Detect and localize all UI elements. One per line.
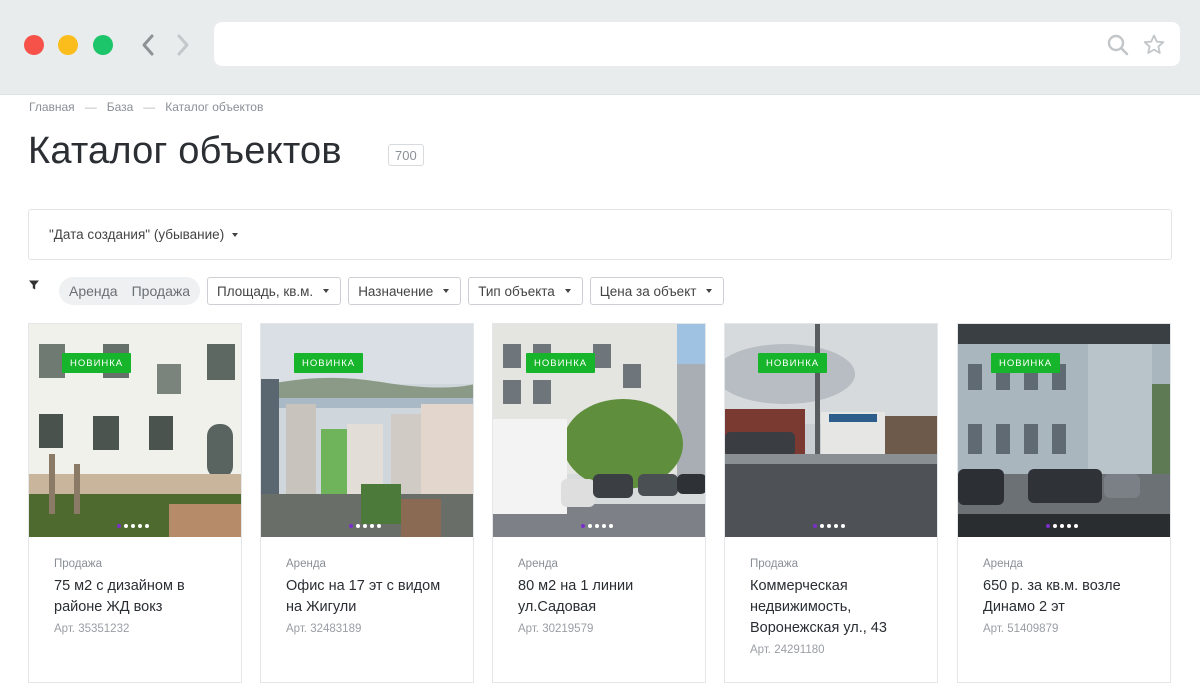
new-badge: НОВИНКА [526, 353, 596, 373]
filter-price-dropdown[interactable]: Цена за объект [589, 277, 725, 305]
caret-down-icon [443, 289, 450, 293]
card-deal-type: Аренда [518, 558, 558, 570]
breadcrumb-separator: — [84, 100, 97, 114]
window-minimize-button[interactable] [58, 35, 78, 55]
photo-pager[interactable] [349, 524, 381, 528]
card-photo[interactable]: НОВИНКА [958, 324, 1170, 537]
photo-pager[interactable] [813, 524, 845, 528]
back-button[interactable] [137, 32, 159, 58]
chevron-right-icon [177, 34, 189, 56]
card-title[interactable]: 650 р. за кв.м. возле Динамо 2 эт [983, 576, 1153, 618]
page-title: Каталог объектов [28, 130, 342, 172]
photo-pager[interactable] [117, 524, 149, 528]
caret-down-icon [564, 289, 571, 293]
deal-type-toggle: Аренда Продажа [59, 277, 201, 305]
card-photo[interactable]: НОВИНКА [493, 324, 705, 537]
filter-purpose-dropdown[interactable]: Назначение [348, 277, 462, 305]
caret-down-icon [232, 232, 239, 237]
breadcrumb-item-home[interactable]: Главная [29, 100, 75, 114]
filter-icon[interactable] [28, 279, 40, 291]
card-deal-type: Аренда [983, 558, 1023, 570]
card-photo[interactable]: НОВИНКА [725, 324, 937, 537]
window-maximize-button[interactable] [93, 35, 113, 55]
filter-type-label: Тип объекта [478, 283, 555, 299]
card-article: Арт. 51409879 [983, 623, 1059, 635]
deal-type-sale[interactable]: Продажа [132, 283, 190, 299]
card-title[interactable]: 80 м2 на 1 линии ул.Садовая [518, 576, 688, 618]
catalog-card[interactable]: НОВИНКА Аренда 650 р. за кв.м. возле Дин… [957, 323, 1171, 683]
search-icon[interactable] [1106, 33, 1130, 57]
filter-price-label: Цена за объект [599, 283, 697, 299]
new-badge: НОВИНКА [991, 353, 1061, 373]
filter-area-label: Площадь, кв.м. [217, 283, 314, 299]
card-article: Арт. 35351232 [54, 623, 130, 635]
card-deal-type: Аренда [286, 558, 326, 570]
filter-area-dropdown[interactable]: Площадь, кв.м. [207, 277, 342, 305]
new-badge: НОВИНКА [62, 353, 132, 373]
card-article: Арт. 30219579 [518, 623, 594, 635]
card-title[interactable]: Коммерческая недвижимость, Воронежская у… [750, 576, 920, 639]
browser-chrome [0, 0, 1200, 95]
count-badge: 700 [388, 144, 424, 166]
breadcrumb-separator: — [143, 100, 156, 114]
breadcrumb-item-base[interactable]: База [107, 100, 134, 114]
card-title[interactable]: Офис на 17 эт с видом на Жигули [286, 576, 456, 618]
sort-select-value: "Дата создания" (убывание) [49, 227, 225, 242]
sort-panel: "Дата создания" (убывание) [28, 209, 1172, 260]
breadcrumb-item-catalog: Каталог объектов [165, 100, 264, 114]
photo-pager[interactable] [581, 524, 613, 528]
address-bar[interactable] [214, 22, 1180, 66]
card-article: Арт. 32483189 [286, 623, 362, 635]
star-icon[interactable] [1142, 33, 1166, 57]
new-badge: НОВИНКА [294, 353, 364, 373]
deal-type-rent[interactable]: Аренда [69, 283, 118, 299]
catalog-card[interactable]: НОВИНКА Аренда Офис на 17 эт с видом на … [260, 323, 474, 683]
card-deal-type: Продажа [750, 558, 798, 570]
catalog-grid: НОВИНКА Продажа 75 м2 с дизайном в район… [28, 323, 1172, 683]
chevron-left-icon [142, 34, 154, 56]
card-article: Арт. 24291180 [750, 644, 825, 656]
filter-purpose-label: Назначение [358, 283, 434, 299]
sort-select[interactable]: "Дата создания" (убывание) [49, 227, 239, 242]
window-close-button[interactable] [24, 35, 44, 55]
forward-button[interactable] [172, 32, 194, 58]
card-photo[interactable]: НОВИНКА [29, 324, 241, 537]
filter-type-dropdown[interactable]: Тип объекта [468, 277, 583, 305]
photo-pager[interactable] [1046, 524, 1078, 528]
caret-down-icon [323, 289, 330, 293]
new-badge: НОВИНКА [758, 353, 828, 373]
card-photo[interactable]: НОВИНКА [261, 324, 473, 537]
caret-down-icon [706, 289, 713, 293]
card-deal-type: Продажа [54, 558, 102, 570]
catalog-card[interactable]: НОВИНКА Аренда 80 м2 на 1 линии ул.Садов… [492, 323, 706, 683]
catalog-card[interactable]: НОВИНКА Продажа 75 м2 с дизайном в район… [28, 323, 242, 683]
filter-bar: Аренда Продажа Площадь, кв.м. Назначение… [28, 277, 731, 305]
card-title[interactable]: 75 м2 с дизайном в районе ЖД вокз [54, 576, 224, 618]
catalog-card[interactable]: НОВИНКА Продажа Коммерческая недвижимост… [724, 323, 938, 683]
breadcrumb: Главная — База — Каталог объектов [29, 100, 263, 114]
